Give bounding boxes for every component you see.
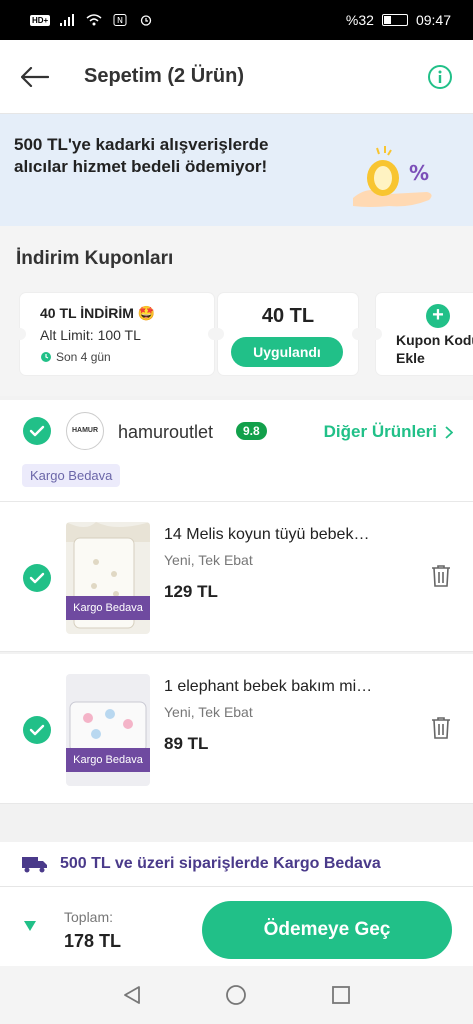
product-variant: Yeni, Tek Ebat — [164, 552, 253, 568]
trash-icon[interactable] — [431, 564, 451, 588]
spacer — [0, 806, 473, 842]
product-free-shipping-tag: Kargo Bedava — [66, 748, 150, 772]
back-button[interactable] — [0, 40, 70, 114]
product-price: 129 TL — [164, 582, 218, 601]
free-shipping-info: 500 TL ve üzeri siparişlerde Kargo Bedav… — [0, 842, 473, 886]
cart-item: Kargo Bedava 14 Melis koyun tüyü bebek… … — [0, 502, 473, 652]
service-fee-banner: 500 TL'ye kadarki alışverişlerde alıcıla… — [0, 114, 473, 226]
product-free-shipping-tag: Kargo Bedava — [66, 596, 150, 620]
coupon-card-applied: 40 TL Uygulandı — [212, 293, 364, 375]
coupon-notch — [14, 328, 26, 340]
other-products-label: Diğer Ürünleri — [323, 422, 437, 441]
nav-back-icon[interactable] — [121, 984, 143, 1006]
store-logo: HAMUR — [66, 412, 104, 450]
signal-icon — [60, 14, 75, 26]
back-arrow-icon — [21, 66, 49, 87]
coupon-min-limit: Alt Limit: 100 TL — [40, 327, 141, 343]
store-select-checkbox[interactable] — [23, 417, 51, 445]
item-select-checkbox[interactable] — [23, 716, 51, 744]
top-bar: Sepetim (2 Ürün) — [0, 40, 473, 114]
chevron-right-icon — [445, 425, 453, 439]
total-value: 178 TL — [64, 931, 122, 951]
svg-text:%: % — [409, 161, 429, 185]
coupon-amount: 40 TL — [261, 305, 315, 327]
add-coupon-label: Kupon Kodu Ekle — [396, 332, 473, 366]
discount-hand-icon: % — [353, 146, 432, 207]
battery-icon — [381, 14, 408, 26]
product-title[interactable]: 1 elephant bebek bakım mi… — [164, 678, 404, 696]
store-section: HAMUR hamuroutlet 9.8 Diğer Ürünleri Kar… — [0, 400, 473, 502]
store-name[interactable]: hamuroutlet — [118, 422, 213, 443]
nav-home-icon[interactable] — [225, 984, 247, 1006]
expand-summary-icon[interactable] — [24, 921, 36, 931]
battery-percent: %32 — [345, 12, 374, 28]
checkout-button[interactable]: Ödemeye Geç — [202, 901, 452, 959]
check-icon — [29, 425, 45, 437]
coupon-discount-label: 40 TL İNDİRİM 🤩 — [40, 305, 156, 321]
coupon-expiry-text: Son 4 gün — [56, 350, 111, 364]
item-select-checkbox[interactable] — [23, 564, 51, 592]
alarm-icon — [141, 15, 152, 26]
coupon-card-discount[interactable]: 40 TL İNDİRİM 🤩 Alt Limit: 100 TL Son 4 … — [14, 293, 220, 375]
banner-text: 500 TL'ye kadarki alışverişlerde alıcıla… — [14, 135, 269, 176]
product-price: 89 TL — [164, 734, 209, 753]
plus-icon: + — [426, 304, 450, 328]
nfc-icon: N — [113, 14, 127, 26]
status-icons-right: %32 09:47 — [346, 12, 451, 28]
coupon-notch — [212, 328, 224, 340]
svg-text:N: N — [117, 16, 123, 25]
trash-icon[interactable] — [431, 716, 451, 740]
product-image[interactable]: Kargo Bedava — [66, 522, 150, 634]
product-image[interactable]: Kargo Bedava — [66, 674, 150, 786]
hd-icon: HD+ — [30, 14, 51, 26]
clock: 09:47 — [415, 12, 451, 28]
page-title: Sepetim (2 Ürün) — [84, 65, 245, 87]
checkout-bar: Toplam: 178 TL Ödemeye Geç — [0, 886, 473, 966]
total-label: Toplam: — [64, 909, 114, 925]
system-nav-bar — [0, 966, 473, 1024]
wifi-icon — [86, 14, 102, 26]
free-shipping-text: 500 TL ve üzeri siparişlerde Kargo Bedav… — [60, 855, 381, 872]
coupon-notch — [370, 328, 382, 340]
status-bar: HD+ N %32 09:47 — [0, 0, 473, 40]
cart-item: Kargo Bedava 1 elephant bebek bakım mi… … — [0, 654, 473, 804]
applied-button[interactable]: Uygulandı — [231, 337, 343, 367]
other-products-link[interactable]: Diğer Ürünleri — [324, 422, 453, 442]
status-icons-left: HD+ N — [30, 14, 154, 26]
store-rating-badge: 9.8 — [236, 422, 267, 440]
coupons-title: İndirim Kuponları — [16, 248, 174, 269]
clock-icon — [41, 352, 51, 362]
add-coupon-code-card[interactable]: + Kupon Kodu Ekle — [370, 293, 473, 375]
info-icon[interactable] — [427, 64, 453, 90]
coupon-notch — [352, 328, 364, 340]
free-shipping-tag: Kargo Bedava — [22, 464, 121, 487]
nav-recent-icon[interactable] — [330, 984, 352, 1006]
truck-icon — [22, 857, 47, 873]
coupon-expiry: Son 4 gün — [40, 350, 111, 364]
check-icon — [29, 572, 45, 584]
coupons-section: İndirim Kuponları 40 TL İNDİRİM 🤩 Alt Li… — [0, 226, 473, 396]
product-title[interactable]: 14 Melis koyun tüyü bebek… — [164, 526, 404, 544]
check-icon — [29, 724, 45, 736]
product-variant: Yeni, Tek Ebat — [164, 704, 253, 720]
